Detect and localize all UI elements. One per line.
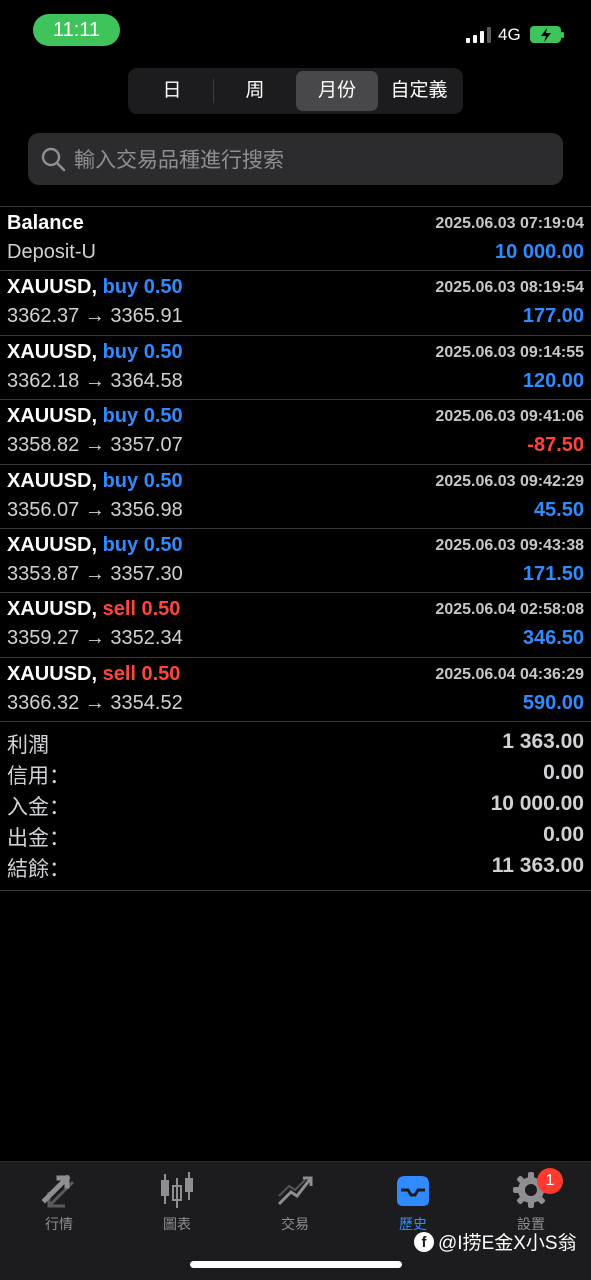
- trade-side: buy 0.50: [102, 340, 183, 363]
- summary-deposit: 入金： 10 000.00: [0, 791, 591, 822]
- entry-prices: 3359.27 → 3352.34: [7, 627, 183, 650]
- summary-value: 0.00: [543, 823, 584, 846]
- entry-title: XAUUSD, sell 0.50: [7, 662, 181, 685]
- trade-side: buy 0.50: [102, 405, 183, 428]
- search-placeholder: 輸入交易品種進行搜索: [74, 149, 284, 172]
- facebook-logo-icon: f: [414, 1231, 434, 1252]
- home-indicator[interactable]: [190, 1261, 402, 1268]
- entry-date: 2025.06.03 09:43:38: [435, 536, 584, 554]
- battery-charging-icon: [530, 26, 564, 43]
- quotes-arrows-icon: [41, 1174, 75, 1208]
- entry-date: 2025.06.03 08:19:54: [435, 279, 584, 297]
- entry-date: 2025.06.03 07:19:04: [435, 215, 584, 232]
- status-bar: 11:11 4G: [0, 0, 591, 62]
- tab-label: 交易: [281, 1216, 309, 1232]
- entry-prices: 3366.32 → 3354.52: [7, 691, 183, 714]
- tab-label: 圖表: [163, 1216, 191, 1232]
- entry-date: 2025.06.04 02:58:08: [435, 601, 584, 619]
- trade-trend-icon: [277, 1176, 313, 1206]
- trade-side: sell 0.50: [102, 598, 181, 621]
- entry-profit: -87.50: [527, 434, 584, 457]
- tab-settings[interactable]: 1 設置: [481, 1168, 581, 1234]
- list-item[interactable]: XAUUSD, buy 0.50 2025.06.03 09:14:55 336…: [0, 336, 591, 401]
- entry-prices: 3356.07 → 3356.98: [7, 498, 183, 521]
- history-list: Balance 2025.06.03 07:19:04 Deposit-U 10…: [0, 206, 591, 723]
- entry-profit: 45.50: [533, 498, 584, 521]
- summary-label: 信用：: [7, 765, 70, 788]
- entry-amount: 10 000.00: [495, 241, 584, 263]
- candlestick-chart-icon: [161, 1172, 193, 1208]
- search-icon: [41, 147, 66, 172]
- summary-value: 11 363.00: [491, 854, 584, 877]
- notification-badge: 1: [537, 1168, 563, 1194]
- summary-label: 出金：: [7, 827, 70, 850]
- entry-detail: Deposit-U: [7, 241, 96, 263]
- entry-title: XAUUSD, sell 0.50: [7, 598, 181, 621]
- entry-title: XAUUSD, buy 0.50: [7, 469, 183, 492]
- entry-title: Balance: [7, 212, 84, 234]
- entry-prices: 3358.82 → 3357.07: [7, 434, 183, 457]
- summary-value: 0.00: [543, 761, 584, 784]
- tab-quotes[interactable]: 行情: [9, 1170, 109, 1234]
- status-time: 11:11: [33, 14, 120, 46]
- entry-date: 2025.06.03 09:41:06: [435, 408, 584, 426]
- tab-label: 行情: [45, 1216, 73, 1232]
- watermark-text: @I捞E金X小S翁: [438, 1233, 577, 1254]
- period-segmented-control: 日 周 月份 自定義: [128, 68, 463, 114]
- summary-withdrawal: 出金： 0.00: [0, 822, 591, 853]
- summary-profit: 利潤 1 363.00: [0, 729, 591, 760]
- tab-month[interactable]: 月份: [296, 71, 378, 111]
- summary-label: 利潤: [7, 734, 49, 757]
- entry-title: XAUUSD, buy 0.50: [7, 405, 183, 428]
- entry-profit: 590.00: [522, 691, 584, 714]
- list-item[interactable]: XAUUSD, buy 0.50 2025.06.03 09:43:38 335…: [0, 529, 591, 594]
- watermark: f @I捞E金X小S翁: [414, 1228, 577, 1255]
- summary-value: 1 363.00: [502, 730, 584, 753]
- list-item[interactable]: XAUUSD, buy 0.50 2025.06.03 09:42:29 335…: [0, 465, 591, 529]
- list-item[interactable]: Balance 2025.06.03 07:19:04 Deposit-U 10…: [0, 207, 591, 272]
- entry-title: XAUUSD, buy 0.50: [7, 340, 183, 363]
- summary-balance: 結餘： 11 363.00: [0, 853, 591, 884]
- entry-prices: 3362.18 → 3364.58: [7, 369, 183, 392]
- network-type: 4G: [498, 25, 521, 44]
- tab-day[interactable]: 日: [131, 71, 213, 111]
- tab-history[interactable]: 歷史: [363, 1170, 463, 1234]
- summary-label: 結餘：: [7, 858, 70, 881]
- tab-week[interactable]: 周: [214, 71, 296, 111]
- history-summary: 利潤 1 363.00 信用： 0.00 入金： 10 000.00 出金： 0…: [0, 729, 591, 891]
- entry-date: 2025.06.04 04:36:29: [435, 665, 584, 683]
- tab-trade[interactable]: 交易: [245, 1170, 345, 1234]
- trade-side: sell 0.50: [102, 662, 181, 685]
- entry-profit: 171.50: [522, 562, 584, 585]
- list-item[interactable]: XAUUSD, buy 0.50 2025.06.03 09:41:06 335…: [0, 400, 591, 465]
- entry-profit: 120.00: [522, 369, 584, 392]
- entry-date: 2025.06.03 09:14:55: [435, 343, 584, 361]
- list-item[interactable]: XAUUSD, buy 0.50 2025.06.03 08:19:54 336…: [0, 271, 591, 336]
- entry-date: 2025.06.03 09:42:29: [435, 472, 584, 490]
- trade-side: buy 0.50: [102, 276, 183, 299]
- history-tray-icon: [397, 1176, 429, 1206]
- summary-value: 10 000.00: [490, 792, 584, 815]
- entry-title: XAUUSD, buy 0.50: [7, 533, 183, 556]
- entry-prices: 3362.37 → 3365.91: [7, 305, 183, 328]
- entry-profit: 177.00: [522, 305, 584, 328]
- tab-chart[interactable]: 圖表: [127, 1170, 227, 1234]
- cellular-signal-icon: [466, 27, 491, 43]
- trade-side: buy 0.50: [102, 533, 183, 556]
- list-item[interactable]: XAUUSD, sell 0.50 2025.06.04 02:58:08 33…: [0, 593, 591, 658]
- entry-title: XAUUSD, buy 0.50: [7, 276, 183, 299]
- summary-label: 入金：: [7, 796, 70, 819]
- entry-profit: 346.50: [522, 627, 584, 650]
- entry-prices: 3353.87 → 3357.30: [7, 562, 183, 585]
- tab-custom[interactable]: 自定義: [378, 71, 460, 111]
- trade-side: buy 0.50: [102, 469, 183, 492]
- search-input[interactable]: 輸入交易品種進行搜索: [28, 133, 563, 185]
- list-item[interactable]: XAUUSD, sell 0.50 2025.06.04 04:36:29 33…: [0, 658, 591, 723]
- summary-credit: 信用： 0.00: [0, 760, 591, 791]
